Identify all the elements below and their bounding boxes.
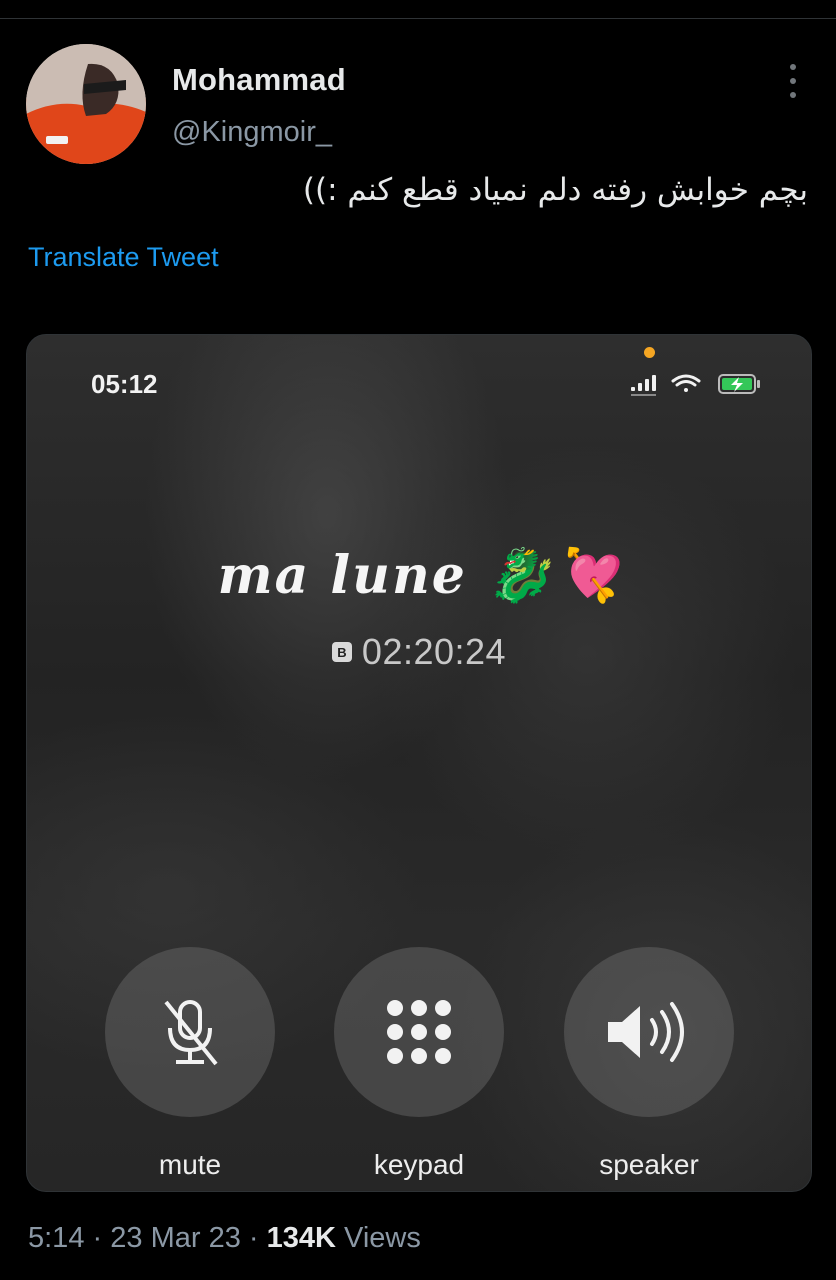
wifi-icon <box>671 374 701 392</box>
tweet-text: بچم خوابش رفته دلم نمیاد قطع کنم :)) <box>302 172 808 208</box>
speaker-button[interactable] <box>564 947 734 1117</box>
tweet-media-image[interactable]: 05:12 ma lune 🐉💘 B 02:20:24 mute keypad … <box>26 334 812 1192</box>
user-handle[interactable]: @Kingmoir_ <box>172 116 332 149</box>
mic-off-icon <box>164 1000 218 1066</box>
divider <box>0 18 836 19</box>
tweet-time[interactable]: 5:14 <box>28 1222 84 1254</box>
avatar[interactable] <box>26 44 146 164</box>
mic-in-use-indicator <box>644 347 655 358</box>
display-name[interactable]: Mohammad <box>172 62 346 98</box>
status-bar-icons <box>631 374 760 396</box>
tweet-metadata: 5:14 · 23 Mar 23 · 134K Views <box>28 1222 421 1255</box>
mute-label: mute <box>158 1149 222 1180</box>
status-bar-time: 05:12 <box>91 369 158 399</box>
keypad-icon <box>387 1000 451 1064</box>
avatar-image <box>26 44 146 164</box>
battery-charging-icon <box>718 374 760 394</box>
keypad-control: keypad <box>334 947 504 1181</box>
call-timer-row: B 02:20:24 <box>27 631 811 673</box>
sim-card-icon: B <box>331 642 352 662</box>
views-label: Views <box>344 1222 421 1254</box>
views-count: 134K <box>266 1222 336 1254</box>
keypad-label: keypad <box>373 1149 465 1180</box>
translate-tweet-link[interactable]: Translate Tweet <box>28 242 219 273</box>
speaker-icon <box>608 1002 684 1062</box>
caller-name: ma lune 🐉💘 <box>217 545 621 606</box>
signal-icon <box>631 375 656 396</box>
keypad-button[interactable] <box>334 947 504 1117</box>
speaker-control: speaker <box>564 947 734 1181</box>
separator: · <box>248 1222 259 1254</box>
tweet-page: Mohammad @Kingmoir_ بچم خوابش رفته دلم ن… <box>0 0 836 1280</box>
mute-control: mute <box>105 947 275 1181</box>
more-options-icon[interactable] <box>778 64 808 98</box>
tweet-date[interactable]: 23 Mar 23 <box>110 1222 241 1254</box>
speaker-label: speaker <box>599 1149 699 1180</box>
call-duration: 02:20:24 <box>361 631 507 672</box>
separator: · <box>92 1222 103 1254</box>
mute-button[interactable] <box>105 947 275 1117</box>
